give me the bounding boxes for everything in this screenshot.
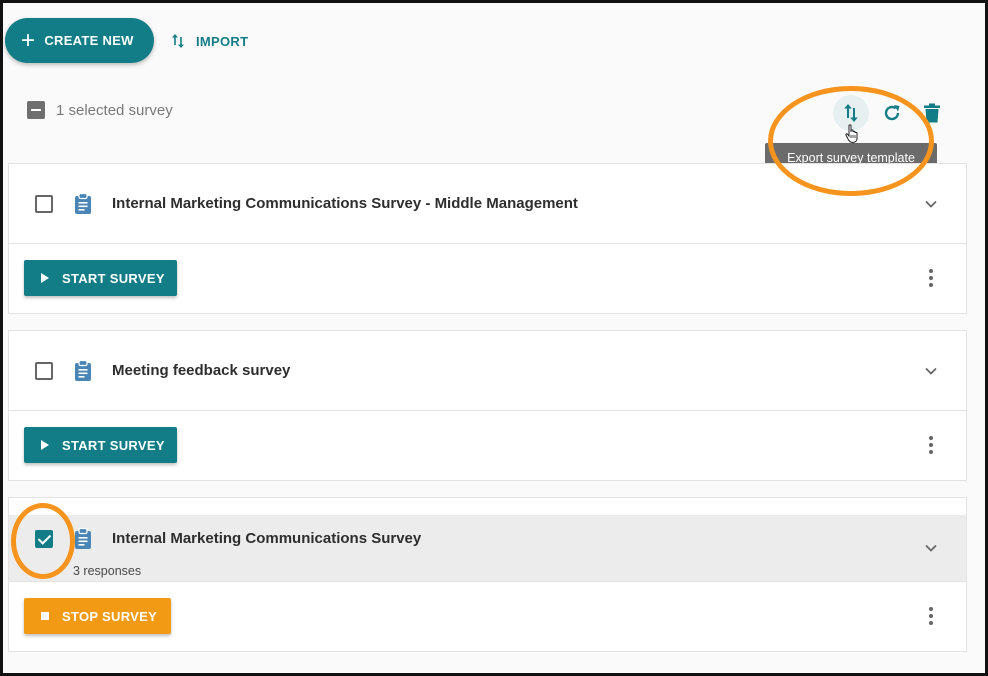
start-survey-button[interactable]: START SURVEY (24, 260, 177, 296)
kebab-menu-icon[interactable] (923, 606, 939, 626)
kebab-menu-icon[interactable] (923, 268, 939, 288)
clipboard-icon (75, 193, 91, 214)
survey-card-header: Meeting feedback survey (9, 331, 966, 411)
stop-survey-label: STOP SURVEY (62, 608, 158, 624)
survey-checkbox[interactable] (35, 530, 53, 548)
play-icon (41, 440, 49, 450)
import-arrows-icon (172, 34, 184, 48)
selection-count: 1 selected survey (56, 101, 173, 119)
chevron-down-icon[interactable] (923, 540, 939, 556)
delete-button[interactable] (920, 101, 944, 125)
kebab-menu-icon[interactable] (923, 435, 939, 455)
survey-card-footer: START SURVEY (9, 244, 966, 313)
deselect-all-checkbox[interactable] (27, 101, 45, 119)
start-survey-label: START SURVEY (62, 437, 165, 453)
start-survey-button[interactable]: START SURVEY (24, 427, 177, 463)
survey-card-header: Internal Marketing Communications Survey… (9, 515, 966, 582)
survey-list-screen: + CREATE NEW IMPORT 1 selected survey Ex… (0, 0, 988, 676)
survey-title[interactable]: Internal Marketing Communications Survey… (112, 195, 578, 212)
survey-checkbox[interactable] (35, 195, 53, 213)
survey-card: Internal Marketing Communications Survey… (8, 163, 967, 314)
create-new-label: CREATE NEW (44, 33, 134, 48)
survey-card-footer: STOP SURVEY (9, 582, 966, 651)
chevron-down-icon[interactable] (923, 363, 939, 379)
create-new-button[interactable]: + CREATE NEW (5, 18, 154, 63)
import-button[interactable]: IMPORT (171, 31, 248, 51)
selection-bar: 1 selected survey (27, 101, 173, 119)
survey-card: Internal Marketing Communications Survey… (8, 497, 967, 652)
clipboard-icon (75, 528, 91, 549)
refresh-icon (884, 105, 900, 121)
clipboard-icon (75, 360, 91, 381)
survey-title[interactable]: Internal Marketing Communications Survey (112, 530, 421, 547)
stop-icon (41, 612, 49, 620)
survey-card-footer: START SURVEY (9, 411, 966, 480)
plus-icon: + (21, 26, 36, 54)
response-count: 3 responses (73, 564, 142, 578)
start-survey-label: START SURVEY (62, 270, 165, 286)
survey-card: Meeting feedback survey START SURVEY (8, 330, 967, 481)
import-label: IMPORT (196, 33, 249, 49)
export-arrows-icon (844, 104, 858, 122)
play-icon (41, 273, 49, 283)
survey-title[interactable]: Meeting feedback survey (112, 362, 290, 379)
refresh-button[interactable] (880, 101, 904, 125)
survey-checkbox[interactable] (35, 362, 53, 380)
chevron-down-icon[interactable] (923, 196, 939, 212)
stop-survey-button[interactable]: STOP SURVEY (24, 598, 171, 634)
trash-icon (924, 103, 940, 123)
survey-card-header: Internal Marketing Communications Survey… (9, 164, 966, 244)
